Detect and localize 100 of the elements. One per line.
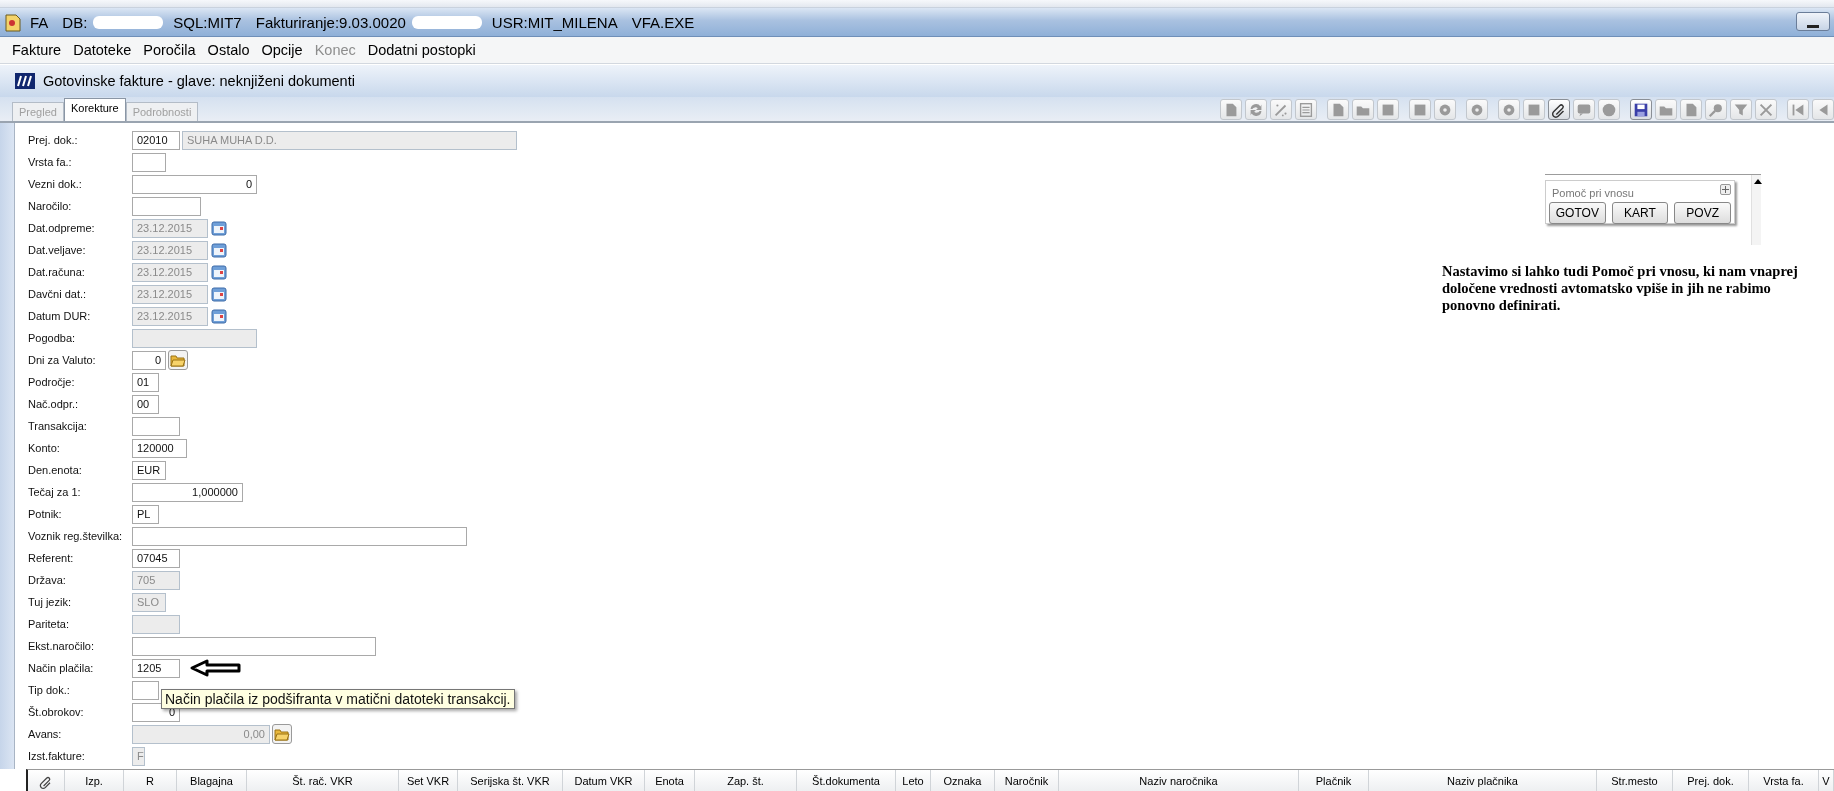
title-text: VFA.EXE [631, 13, 695, 31]
panel-title: Pomoč pri vnosu [1552, 187, 1634, 201]
calendar-icon[interactable] [211, 264, 227, 280]
field-label: Dat.veljave: [28, 244, 87, 256]
lookup-button[interactable] [168, 350, 188, 370]
field-label: Področje: [28, 376, 76, 388]
tab[interactable]: Korekture [63, 98, 126, 121]
title-text: DB: [62, 13, 88, 31]
field-label: Voznik reg.številka: [28, 530, 124, 542]
input-field[interactable]: 1205 [132, 658, 180, 678]
field-label: Izst.fakture: [28, 750, 86, 762]
input-field[interactable]: 02010 [132, 130, 180, 150]
input-field[interactable]: PL [132, 504, 159, 524]
minimize-button[interactable] [1796, 12, 1830, 31]
input-field[interactable]: 1,000000 [132, 482, 243, 502]
field-label: Tečaj za 1: [28, 486, 82, 498]
column-header[interactable]: R [124, 770, 177, 791]
scroll-up-icon [1754, 179, 1762, 184]
field-label: Datum DUR: [28, 310, 92, 322]
input-field[interactable]: 0 [132, 350, 166, 370]
input-field[interactable]: 01 [132, 372, 159, 392]
field-label: Št.obrokov: [28, 706, 85, 718]
field-label: Dat.odpreme: [28, 222, 96, 234]
list-icon [1297, 100, 1315, 119]
column-header[interactable]: Set VKR [399, 770, 458, 791]
column-header[interactable]: Št.dokumenta [797, 770, 896, 791]
plus-icon [1721, 185, 1730, 194]
column-header[interactable]: Prej. dok. [1673, 770, 1749, 791]
field-label: Potnik: [28, 508, 63, 520]
note-text: Nastavimo si lahko tudi Pomoč pri vnosu, ki nam vnaprej določene vrednosti avtomatsko vpiše in jih ne rabimo ponovno definirati. [1442, 263, 1799, 314]
menu-item[interactable]: Fakture [6, 42, 68, 58]
field-label: Dat.računa: [28, 266, 86, 278]
column-header[interactable]: Naziv plačnika [1369, 770, 1597, 791]
column-header[interactable]: Naročnik [995, 770, 1059, 791]
menu-item[interactable]: Opcije [255, 42, 309, 58]
menu-item[interactable]: Ostalo [201, 42, 256, 58]
column-header[interactable]: V [1819, 770, 1834, 791]
field-label: Pariteta: [28, 618, 70, 630]
column-header[interactable]: Plačnik [1299, 770, 1369, 791]
column-header[interactable]: Serijska št. VKR [458, 770, 563, 791]
column-header[interactable]: Enota [645, 770, 695, 791]
column-header[interactable]: Oznaka [931, 770, 995, 791]
field-label: Dni za Valuto: [28, 354, 97, 366]
column-header[interactable]: Str.mesto [1597, 770, 1673, 791]
input-field[interactable]: 07045 [132, 548, 180, 568]
folder-icon [170, 353, 186, 367]
field-label: Den.enota: [28, 464, 83, 476]
toolbar-button[interactable] [1630, 99, 1652, 120]
input-field[interactable]: 00 [132, 394, 159, 414]
calendar-icon[interactable] [211, 286, 227, 302]
field-label: Nač.odpr.: [28, 398, 80, 410]
column-header[interactable]: Št. rač. VKR [247, 770, 399, 791]
input-field[interactable] [132, 680, 159, 700]
help-button[interactable]: POVZ [1674, 202, 1731, 224]
input-field[interactable] [132, 416, 180, 436]
input-field[interactable] [132, 636, 376, 656]
input-field[interactable]: EUR [132, 460, 166, 480]
column-header[interactable]: Naziv naročnika [1059, 770, 1299, 791]
help-button[interactable]: KART [1611, 202, 1669, 224]
document-title: Gotovinske fakture - glave: neknjiženi dokumenti [43, 73, 355, 89]
field-label: Davčni dat.: [28, 288, 88, 300]
field-label: Država: [28, 574, 67, 586]
field-label: Referent: [28, 552, 75, 564]
help-button[interactable]: GOTOV [1549, 202, 1606, 224]
menu-item[interactable]: Dodatni postopki [361, 42, 482, 58]
menu-item[interactable]: Poročila [137, 42, 202, 58]
column-header[interactable]: Datum VKR [563, 770, 645, 791]
menu-item[interactable]: Datoteke [67, 42, 138, 58]
column-header[interactable]: Leto [896, 770, 931, 791]
column-header[interactable]: Zap. št. [695, 770, 797, 791]
scrollbar[interactable] [1751, 175, 1761, 245]
field-label: Vrsta fa.: [28, 156, 73, 168]
calendar-icon[interactable] [211, 242, 227, 258]
expand-button[interactable] [1720, 184, 1731, 195]
title-text: SQL:MIT7 [173, 13, 242, 31]
redaction-mark [411, 15, 482, 29]
toolbar-button[interactable] [1548, 99, 1570, 120]
input-field[interactable]: 0 [132, 174, 257, 194]
input-field[interactable] [132, 526, 467, 546]
redaction-mark [93, 15, 164, 29]
field-label: Način plačila: [28, 662, 95, 674]
folder-icon [274, 727, 290, 741]
field-label: Prej. dok.: [28, 134, 79, 146]
minimize-icon [1807, 25, 1819, 30]
field-label: Pogodba: [28, 332, 77, 344]
field-label: Naročilo: [28, 200, 73, 212]
input-field[interactable] [132, 152, 166, 172]
column-header[interactable]: Blagajna [177, 770, 247, 791]
calendar-icon[interactable] [211, 220, 227, 236]
field-label: Avans: [28, 728, 63, 740]
tooltip: Način plačila iz podšifranta v matični datoteki transakcij. [161, 689, 515, 709]
column-header[interactable]: Vrsta fa. [1749, 770, 1819, 791]
field-label: Tuj jezik: [28, 596, 72, 608]
field-label: Tip dok.: [28, 684, 71, 696]
column-header[interactable]: Izp. [65, 770, 124, 791]
app-icon [4, 12, 22, 32]
input-field[interactable] [132, 196, 201, 216]
title-text: FA [30, 13, 49, 31]
input-field[interactable]: 120000 [132, 438, 187, 458]
calendar-icon[interactable] [211, 308, 227, 324]
